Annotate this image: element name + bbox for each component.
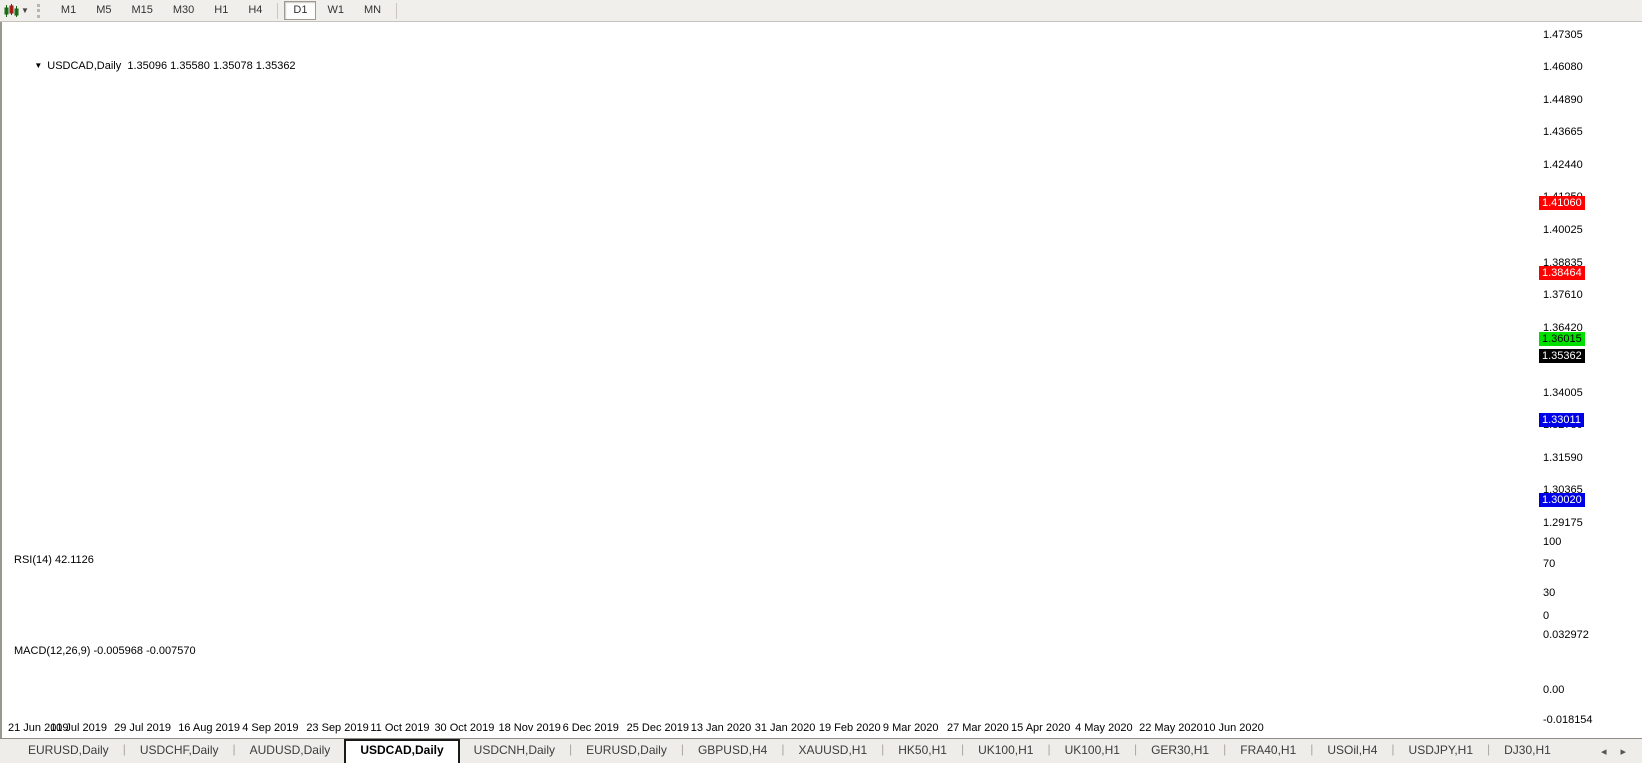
date-axis-label: 16 Aug 2019 <box>178 722 240 734</box>
tab-dj30-h1[interactable]: DJ30,H1 <box>1490 739 1565 763</box>
tab-usdcad-daily[interactable]: USDCAD,Daily <box>344 739 460 763</box>
date-axis-label: 22 May 2020 <box>1139 722 1203 734</box>
tab-eurusd-daily[interactable]: EURUSD,Daily <box>14 739 123 763</box>
tab-scroll-left-icon[interactable]: ◂ <box>1601 745 1607 758</box>
tab-usdcnh-daily[interactable]: USDCNH,Daily <box>460 739 569 763</box>
macd-axis-tick: 0.00 <box>1543 683 1565 696</box>
date-axis-label: 11 Oct 2019 <box>370 722 430 734</box>
level-price-label[interactable]: 1.36015 <box>1539 331 1585 346</box>
mt4-window: ▼ M1 M5 M15 M30 H1 H4 D1 W1 MN ▼ USDCAD,Daily 1.3… <box>0 0 1642 763</box>
date-axis-label: 4 May 2020 <box>1075 722 1133 734</box>
date-axis-label: 29 Jul 2019 <box>114 722 172 734</box>
date-axis-label: 18 Nov 2019 <box>498 722 561 734</box>
timeframe-button-W1[interactable]: W1 <box>318 1 353 20</box>
chart-tabs: EURUSD,Daily | USDCHF,Daily | AUDUSD,Daily US… <box>14 739 1565 763</box>
date-axis-label: 30 Oct 2019 <box>434 722 495 734</box>
rsi-axis-tick: 70 <box>1543 557 1556 570</box>
timeframe-button-M1[interactable]: M1 <box>52 1 85 20</box>
macd-indicator-label: MACD(12,26,9) -0.005968 -0.007570 <box>14 645 196 657</box>
timeframe-button-H4[interactable]: H4 <box>239 1 271 20</box>
rsi-axis-tick: 100 <box>1543 535 1562 548</box>
price-axis-tick: 1.47305 <box>1543 28 1583 41</box>
tab-fra40-h1[interactable]: FRA40,H1 <box>1226 739 1310 763</box>
timeframe-button-M15[interactable]: M15 <box>122 1 161 20</box>
macd-axis-tick: 0.032972 <box>1543 628 1589 641</box>
tab-usdjpy-h1[interactable]: USDJPY,H1 <box>1395 739 1487 763</box>
tab-xauusd-h1[interactable]: XAUUSD,H1 <box>784 739 881 763</box>
price-axis-tick: 1.31590 <box>1543 451 1583 464</box>
timeframe-button-H1[interactable]: H1 <box>205 1 237 20</box>
date-axis-label: 23 Sep 2019 <box>306 722 369 734</box>
symbol-menu-icon[interactable]: ▼ <box>34 61 42 70</box>
price-axis-tick: 1.42440 <box>1543 159 1583 172</box>
tab-uk100-h1[interactable]: UK100,H1 <box>964 739 1047 763</box>
timeframe-button-MN[interactable]: MN <box>355 1 390 20</box>
timeframe-buttons: M1 M5 M15 M30 H1 H4 D1 W1 MN <box>51 1 402 20</box>
chart-title: ▼ USDCAD,Daily 1.35096 1.35580 1.35078 1.… <box>16 48 296 84</box>
current-price-label: 1.35362 <box>1539 349 1585 364</box>
macd-axis-tick: -0.018154 <box>1543 713 1593 726</box>
tab-usoil-h4[interactable]: USOil,H4 <box>1313 739 1391 763</box>
tab-scroll-right-icon[interactable]: ▸ <box>1620 745 1626 758</box>
date-axis-label: 15 Apr 2020 <box>1011 722 1071 734</box>
tab-gbpusd-h4[interactable]: GBPUSD,H4 <box>684 739 781 763</box>
toolbar: ▼ M1 M5 M15 M30 H1 H4 D1 W1 MN <box>0 0 1642 22</box>
price-axis-tick: 1.46080 <box>1543 61 1583 74</box>
date-axis-label: 25 Dec 2019 <box>626 722 690 734</box>
timeframe-button-D1[interactable]: D1 <box>284 1 317 20</box>
chart-window: ▼ USDCAD,Daily 1.35096 1.35580 1.35078 1.… <box>0 21 1642 738</box>
tab-uk100-h1[interactable]: UK100,H1 <box>1051 739 1134 763</box>
timeframe-button-M30[interactable]: M30 <box>164 1 203 20</box>
date-axis-label: 10 Jul 2019 <box>50 722 107 734</box>
chart-tab-bar: EURUSD,Daily | USDCHF,Daily | AUDUSD,Daily US… <box>0 738 1642 763</box>
tab-hk50-h1[interactable]: HK50,H1 <box>884 739 961 763</box>
price-axis-tick: 1.44890 <box>1543 93 1583 106</box>
rsi-axis-tick: 30 <box>1543 587 1556 600</box>
date-axis-label: 6 Dec 2019 <box>562 722 619 734</box>
level-price-label[interactable]: 1.38464 <box>1539 265 1585 280</box>
price-axis-tick: 1.34005 <box>1543 386 1583 399</box>
level-price-label[interactable]: 1.33011 <box>1539 412 1584 427</box>
tab-scroll-controls: ◂ ▸ <box>1601 739 1642 763</box>
date-axis-label: 31 Jan 2020 <box>754 722 816 734</box>
date-axis-label: 19 Feb 2020 <box>818 722 881 734</box>
tab-eurusd-daily[interactable]: EURUSD,Daily <box>572 739 681 763</box>
date-axis-label: 10 Jun 2020 <box>1203 722 1264 734</box>
level-price-label[interactable]: 1.30020 <box>1539 493 1585 508</box>
tab-usdchf-daily[interactable]: USDCHF,Daily <box>126 739 233 763</box>
price-axis-tick: 1.40025 <box>1543 224 1583 237</box>
price-axis-tick: 1.43665 <box>1543 126 1583 139</box>
toolbar-grip[interactable] <box>36 3 43 18</box>
chart-title-text: USDCAD,Daily 1.35096 1.35580 1.35078 1.3… <box>47 60 296 72</box>
price-axis-tick: 1.37610 <box>1543 289 1583 302</box>
date-axis-label: 4 Sep 2019 <box>242 722 299 734</box>
date-axis-label: 9 Mar 2020 <box>882 722 939 734</box>
level-price-label[interactable]: 1.41060 <box>1539 196 1585 211</box>
rsi-axis-tick: 0 <box>1543 609 1550 622</box>
tab-ger30-h1[interactable]: GER30,H1 <box>1137 739 1223 763</box>
candlestick-chart-icon[interactable] <box>4 3 19 18</box>
chevron-down-icon[interactable]: ▼ <box>21 6 29 15</box>
rsi-indicator-label: RSI(14) 42.1126 <box>14 554 94 566</box>
date-axis-label: 13 Jan 2020 <box>690 722 752 734</box>
price-axis-tick: 1.29175 <box>1543 516 1583 529</box>
date-axis-label: 27 Mar 2020 <box>946 722 1009 734</box>
timeframe-button-M5[interactable]: M5 <box>87 1 120 20</box>
tab-audusd-daily[interactable]: AUDUSD,Daily <box>236 739 345 763</box>
